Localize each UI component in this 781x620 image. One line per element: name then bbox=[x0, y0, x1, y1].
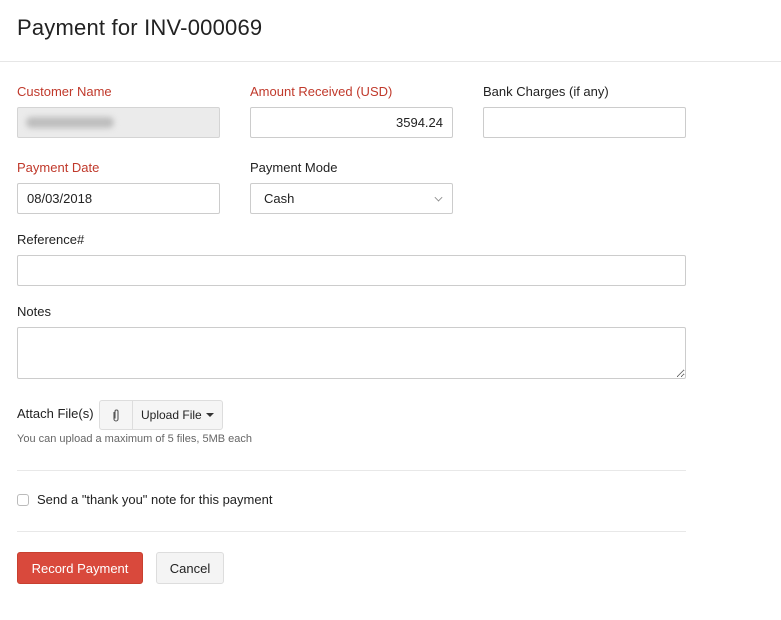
paperclip-icon bbox=[113, 409, 119, 422]
reference-input[interactable] bbox=[17, 255, 686, 286]
upload-file-button[interactable]: Upload File bbox=[133, 401, 222, 429]
page-title: Payment for INV-000069 bbox=[17, 15, 263, 40]
notes-textarea[interactable] bbox=[17, 327, 686, 379]
caret-down-icon bbox=[205, 413, 214, 417]
thank-you-checkbox[interactable] bbox=[17, 494, 29, 506]
reference-label: Reference# bbox=[17, 232, 85, 247]
upload-button-group: Upload File bbox=[99, 400, 223, 430]
bank-charges-input[interactable] bbox=[483, 107, 686, 138]
redacted-customer-name bbox=[26, 117, 114, 128]
divider bbox=[17, 470, 686, 471]
attach-clip-button[interactable] bbox=[100, 401, 133, 429]
upload-hint: You can upload a maximum of 5 files, 5MB… bbox=[17, 433, 253, 445]
payment-date-input[interactable]: 08/03/2018 bbox=[17, 183, 220, 214]
customer-name-label: Customer Name bbox=[17, 84, 112, 99]
payment-mode-value: Cash bbox=[264, 191, 295, 206]
payment-date-label: Payment Date bbox=[17, 160, 100, 175]
thank-you-label[interactable]: Send a "thank you" note for this payment bbox=[37, 492, 272, 507]
attach-files-label: Attach File(s) bbox=[17, 406, 94, 421]
customer-name-field bbox=[17, 107, 220, 138]
chevron-down-icon bbox=[434, 193, 443, 202]
notes-label: Notes bbox=[17, 304, 51, 319]
amount-received-input[interactable]: 3594.24 bbox=[250, 107, 453, 138]
divider bbox=[17, 531, 686, 532]
bank-charges-label: Bank Charges (if any) bbox=[483, 84, 609, 99]
payment-mode-label: Payment Mode bbox=[250, 160, 338, 175]
payment-mode-select[interactable]: Cash bbox=[250, 183, 453, 214]
cancel-button[interactable]: Cancel bbox=[156, 552, 224, 584]
record-payment-button[interactable]: Record Payment bbox=[17, 552, 143, 584]
page-header: Payment for INV-000069 bbox=[0, 0, 781, 62]
amount-received-label: Amount Received (USD) bbox=[250, 84, 393, 99]
upload-file-label: Upload File bbox=[141, 408, 202, 422]
